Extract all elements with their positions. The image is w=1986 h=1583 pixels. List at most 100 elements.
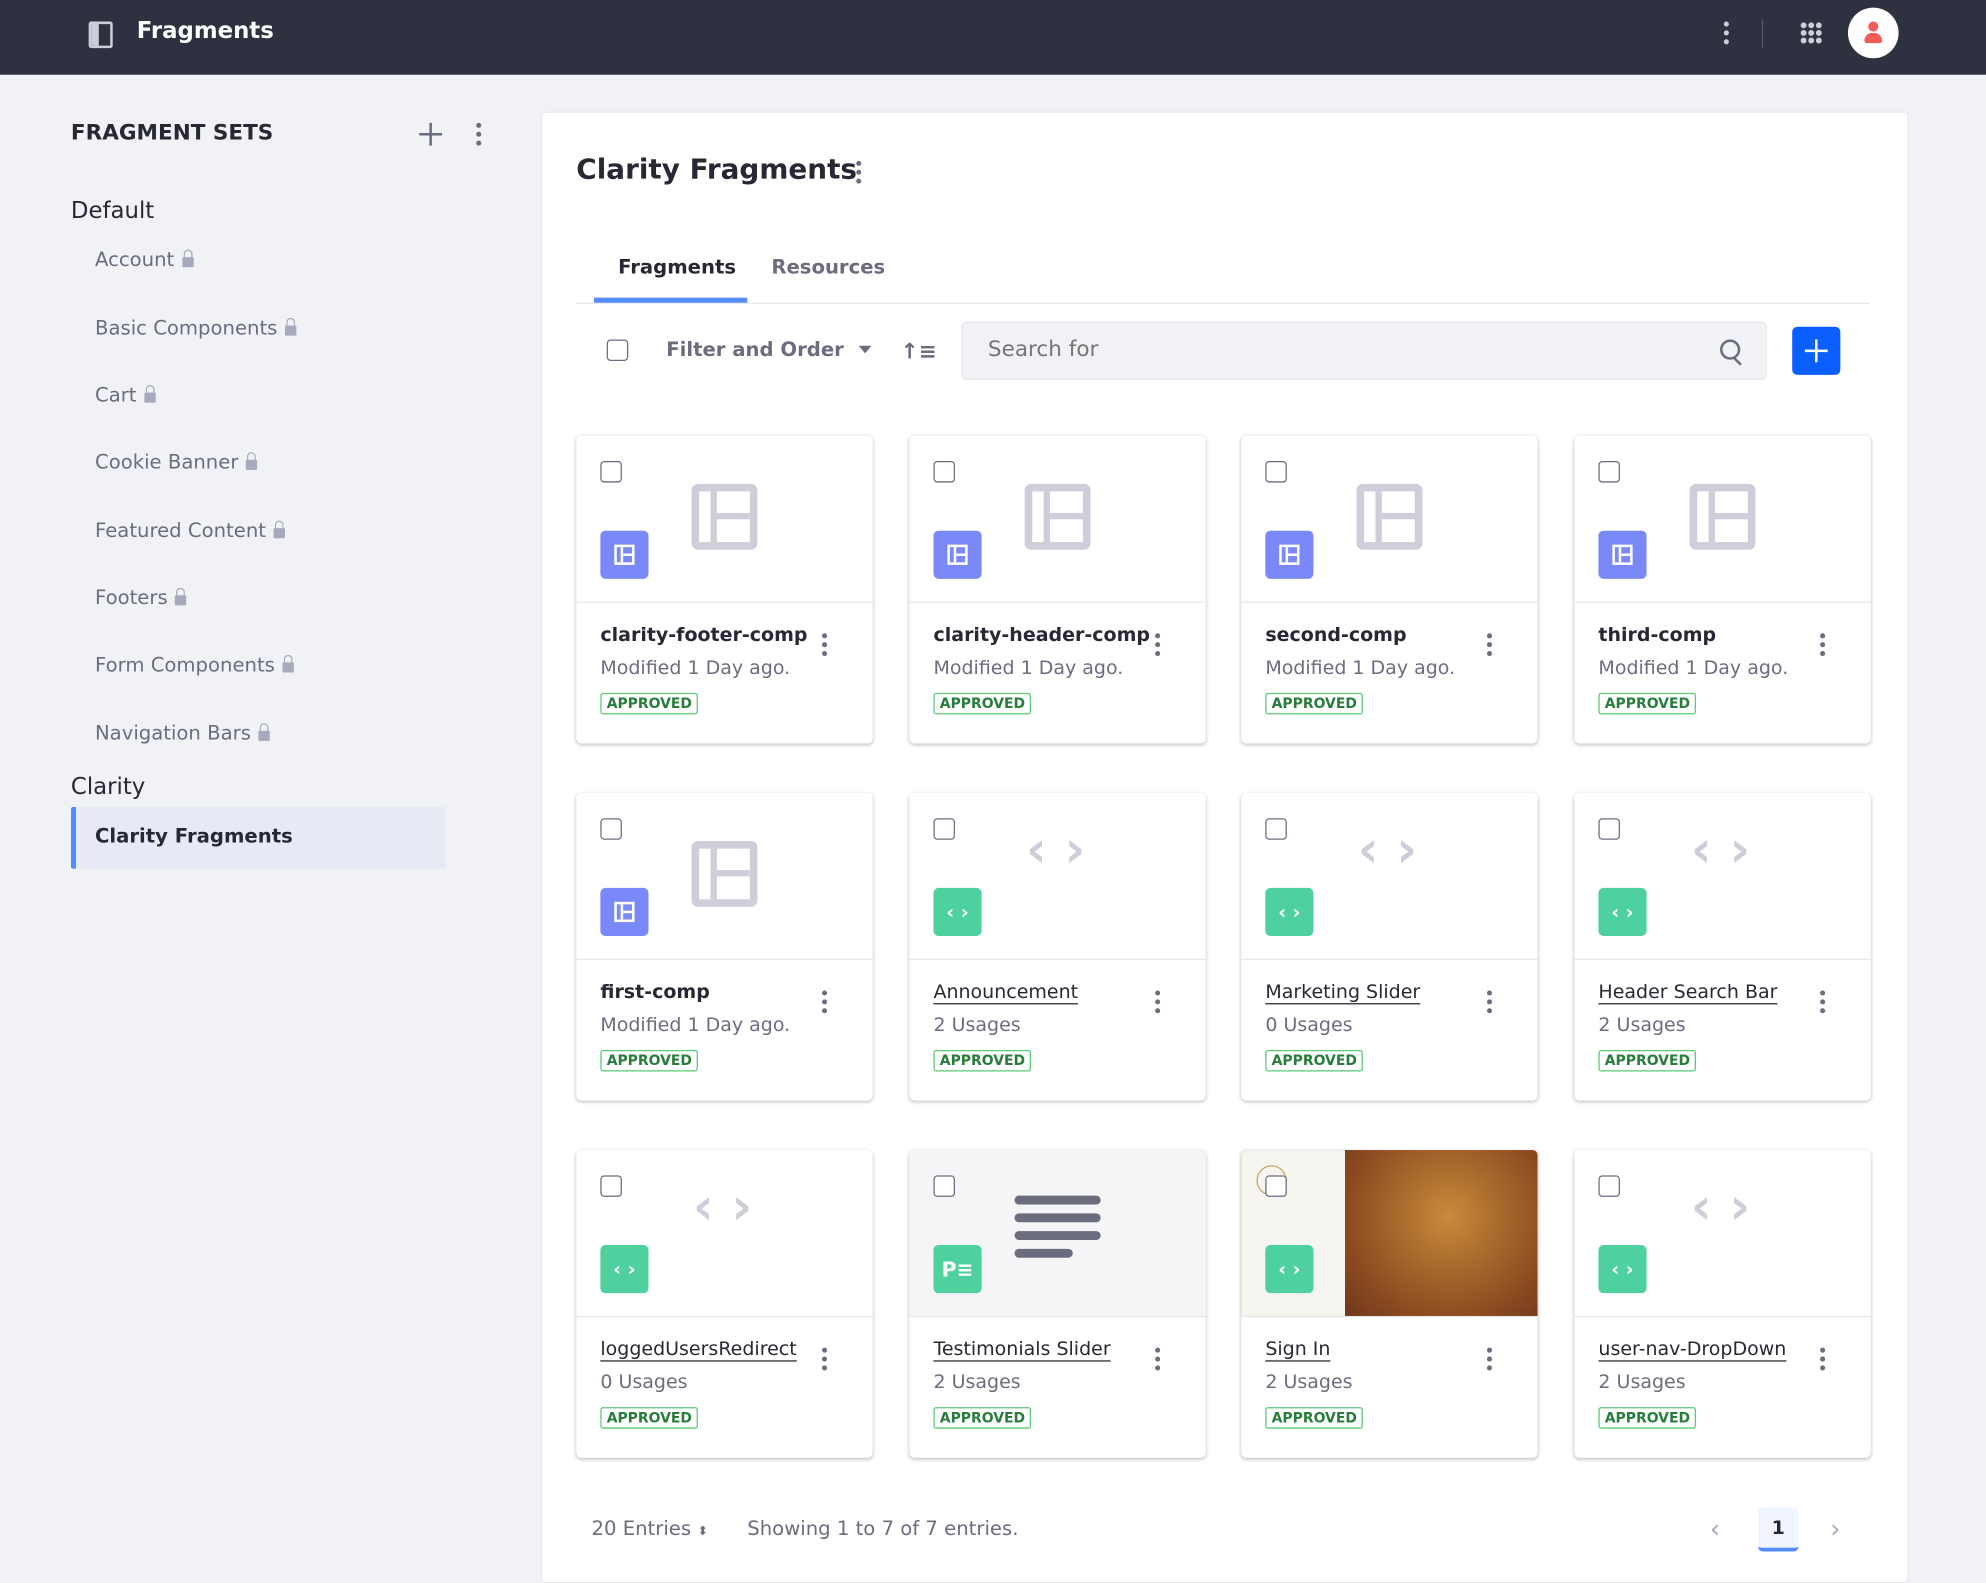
card-checkbox[interactable] <box>600 461 622 483</box>
fragment-card[interactable]: ‹ › ‹ › Header Search Bar 2 Usages APPRO… <box>1574 792 1871 1101</box>
filter-and-order-dropdown[interactable]: Filter and Order <box>666 338 872 361</box>
card-checkbox[interactable] <box>1265 1175 1287 1197</box>
status-badge: APPROVED <box>1265 1407 1364 1429</box>
entries-per-page-select[interactable]: 20 Entries ⬍ <box>591 1517 707 1540</box>
card-checkbox[interactable] <box>1598 1175 1620 1197</box>
page-1-button[interactable]: 1 <box>1758 1507 1799 1552</box>
tab-fragments[interactable]: Fragments <box>618 256 736 279</box>
add-set-button[interactable] <box>419 122 443 146</box>
select-all-checkbox[interactable] <box>606 339 629 361</box>
card-title[interactable]: Sign In <box>1265 1338 1330 1361</box>
lock-icon <box>175 587 187 606</box>
fragment-card[interactable]: ‹ › ‹ › user-nav-DropDown 2 Usages APPRO… <box>1574 1150 1871 1458</box>
card-subtitle: 2 Usages <box>933 1370 1021 1394</box>
sidebar-item-clarity-fragments[interactable]: Clarity Fragments <box>70 806 446 869</box>
card-title[interactable]: user-nav-DropDown <box>1598 1338 1786 1361</box>
card-checkbox[interactable] <box>1265 461 1287 483</box>
card-checkbox[interactable] <box>1598 818 1620 840</box>
user-avatar[interactable] <box>1847 7 1899 59</box>
fragment-card[interactable]: third-comp Modified 1 Day ago. APPROVED <box>1574 435 1871 744</box>
card-title[interactable]: loggedUsersRedirect <box>600 1338 796 1361</box>
card-title[interactable]: clarity-footer-comp <box>600 623 807 646</box>
card-kebab-icon[interactable] <box>1486 633 1493 657</box>
add-fragment-button[interactable] <box>1792 326 1841 375</box>
card-title[interactable]: first-comp <box>600 980 709 1003</box>
search-icon[interactable] <box>1720 339 1742 366</box>
sidebar-item[interactable]: Footers <box>95 586 187 609</box>
sidebar-item[interactable]: Cart <box>95 384 156 407</box>
search-input[interactable] <box>985 335 1700 364</box>
sort-icon[interactable]: ↑≡ <box>901 339 937 364</box>
status-badge: APPROVED <box>1265 692 1364 715</box>
sidebar-item-label: Form Components <box>94 653 275 677</box>
card-kebab-icon[interactable] <box>822 633 828 657</box>
title-kebab-icon[interactable] <box>856 160 862 184</box>
options-kebab-icon[interactable] <box>1723 21 1729 45</box>
status-badge: APPROVED <box>1598 692 1697 715</box>
tab-resources[interactable]: Resources <box>771 256 885 279</box>
card-checkbox[interactable] <box>600 818 622 840</box>
fragment-card[interactable]: ‹ › ‹ › Marketing Slider 0 Usages APPROV… <box>1241 792 1538 1101</box>
fragment-card[interactable]: P≡ Testimonials Slider 2 Usages APPROVED <box>909 1150 1206 1458</box>
card-subtitle: 2 Usages <box>1265 1370 1353 1394</box>
tabs-divider <box>576 302 1870 304</box>
card-kebab-icon[interactable] <box>1155 1347 1161 1371</box>
layout-preview-icon <box>1024 483 1091 550</box>
card-kebab-icon[interactable] <box>1486 1347 1493 1371</box>
card-title[interactable]: second-comp <box>1265 623 1406 646</box>
search-field[interactable] <box>961 321 1767 380</box>
sidebar-item[interactable]: Navigation Bars <box>95 722 270 745</box>
sets-kebab-icon[interactable] <box>476 122 482 146</box>
sidebar-item[interactable]: Basic Components <box>94 316 297 340</box>
code-preview-icon: ‹ › <box>1690 820 1751 880</box>
card-checkbox[interactable] <box>933 818 956 840</box>
sidebar-item[interactable]: Account <box>95 248 194 271</box>
fragment-card[interactable]: ‹ › ‹ › Announcement 2 Usages APPROVED <box>909 792 1206 1101</box>
fragment-sets-title: FRAGMENT SETS <box>70 120 274 146</box>
card-title[interactable]: clarity-header-comp <box>933 623 1150 646</box>
layout-preview-icon <box>1356 483 1423 550</box>
next-page-button[interactable]: › <box>1830 1514 1840 1544</box>
card-title[interactable]: third-comp <box>1598 623 1716 646</box>
fragment-card[interactable]: first-comp Modified 1 Day ago. APPROVED <box>576 792 873 1101</box>
sidebar-item[interactable]: Cookie Banner <box>95 451 258 474</box>
card-checkbox[interactable] <box>933 461 956 483</box>
previous-page-button[interactable]: ‹ <box>1710 1514 1720 1544</box>
fragment-card[interactable]: second-comp Modified 1 Day ago. APPROVED <box>1241 435 1538 744</box>
card-preview: ‹ › ‹ › <box>1574 793 1871 961</box>
sidebar-item[interactable]: Featured Content <box>95 519 285 542</box>
fragment-card[interactable]: clarity-footer-comp Modified 1 Day ago. … <box>576 435 873 744</box>
top-bar: Fragments <box>0 0 1986 75</box>
card-preview <box>576 436 873 603</box>
card-checkbox[interactable] <box>1598 461 1620 483</box>
card-title[interactable]: Header Search Bar <box>1598 980 1777 1003</box>
code-type-icon: ‹ › <box>600 1245 649 1294</box>
fragment-card[interactable]: ‹ › ‹ › loggedUsersRedirect 0 Usages APP… <box>576 1150 873 1458</box>
card-kebab-icon[interactable] <box>1155 990 1161 1014</box>
card-checkbox[interactable] <box>933 1175 956 1197</box>
card-checkbox[interactable] <box>1265 818 1287 840</box>
sidebar-item[interactable]: Form Components <box>94 653 294 677</box>
sidebar-toggle-icon[interactable] <box>88 21 113 49</box>
card-kebab-icon[interactable] <box>1820 990 1826 1014</box>
card-kebab-icon[interactable] <box>1820 633 1826 657</box>
card-checkbox[interactable] <box>600 1175 622 1197</box>
fragment-card[interactable]: clarity-header-comp Modified 1 Day ago. … <box>909 435 1206 744</box>
card-kebab-icon[interactable] <box>822 990 828 1014</box>
card-subtitle: 0 Usages <box>1265 1013 1353 1037</box>
card-kebab-icon[interactable] <box>822 1347 828 1371</box>
divider <box>1761 20 1764 49</box>
card-subtitle: 2 Usages <box>1598 1013 1686 1037</box>
layout-preview-icon <box>691 483 758 550</box>
apps-grid-icon[interactable] <box>1799 21 1823 45</box>
card-title[interactable]: Testimonials Slider <box>933 1338 1110 1361</box>
sidebar-item-label: Basic Components <box>94 316 278 340</box>
card-kebab-icon[interactable] <box>1155 633 1161 657</box>
fragment-card[interactable]: ‹ › Sign In 2 Usages APPROVED <box>1241 1150 1538 1458</box>
card-title[interactable]: Announcement <box>933 980 1078 1003</box>
status-badge: APPROVED <box>600 1049 699 1072</box>
sidebar-item-label: Cart <box>94 383 137 407</box>
card-title[interactable]: Marketing Slider <box>1265 980 1420 1003</box>
card-kebab-icon[interactable] <box>1486 990 1493 1014</box>
card-kebab-icon[interactable] <box>1820 1347 1826 1371</box>
